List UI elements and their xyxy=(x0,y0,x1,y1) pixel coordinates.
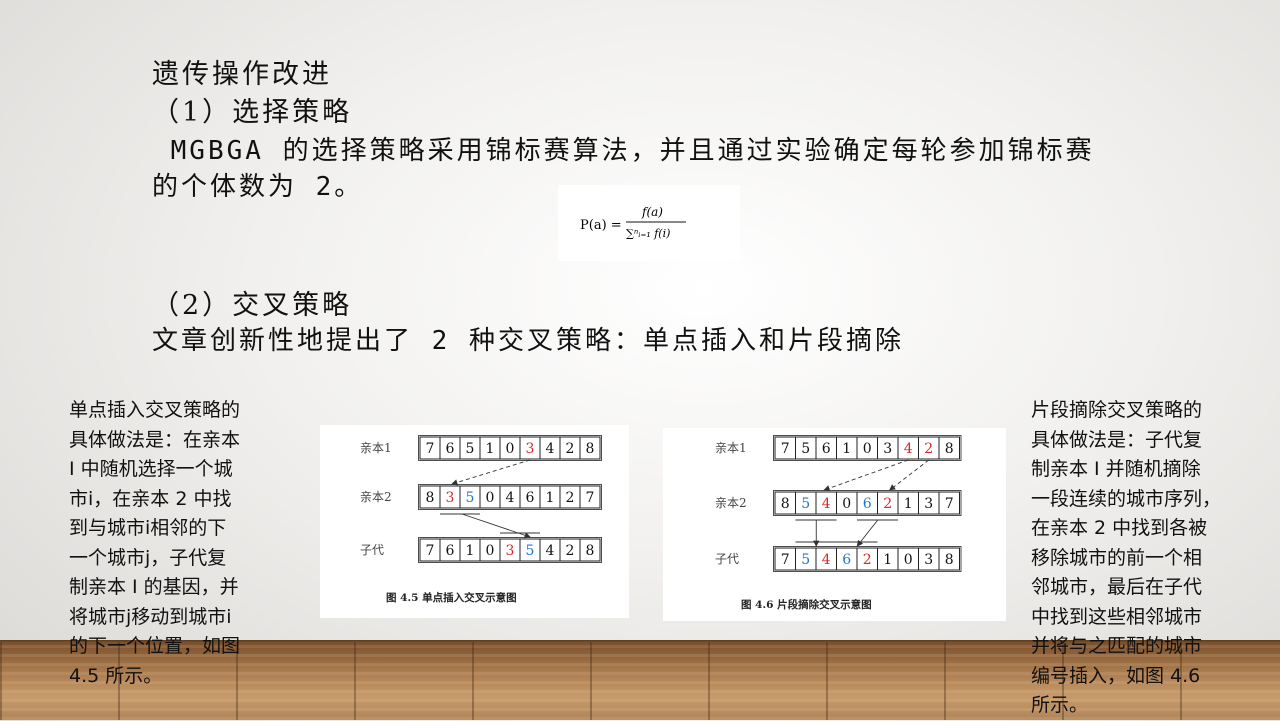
gene-value: 3 xyxy=(924,552,933,568)
gene-value: 3 xyxy=(506,543,515,559)
formula-numerator: f(a) xyxy=(641,205,663,219)
row-label: 子代 xyxy=(360,543,384,557)
row-label: 亲本2 xyxy=(715,496,747,510)
section1-heading: （1）选择策略 xyxy=(152,97,353,128)
gene-value: 1 xyxy=(842,441,851,457)
gene-value: 0 xyxy=(863,441,872,457)
gene-value: 2 xyxy=(566,490,575,506)
row-label: 子代 xyxy=(715,552,739,566)
formula-image: P(a) = f(a) ∑ⁿᵢ₌₁ f(i) xyxy=(558,185,740,261)
gene-value: 4 xyxy=(822,496,831,512)
gene-value: 5 xyxy=(466,441,475,457)
gene-value: 7 xyxy=(781,552,790,568)
section2-heading: （2）交叉策略 xyxy=(152,290,353,321)
gene-value: 4 xyxy=(506,490,515,506)
gene-value: 4 xyxy=(822,552,831,568)
gene-value: 2 xyxy=(566,543,575,559)
gene-value: 1 xyxy=(904,496,913,512)
gene-value: 5 xyxy=(526,543,535,559)
formula-lhs: P(a) = xyxy=(580,218,622,233)
row-label: 亲本1 xyxy=(715,441,747,455)
figure-4-6-diagram: 亲本1 7 5 6 1 0 3 4 2 8亲本2 8 5 4 0 6 2 1 3 7子代 7 5 4 6 2 1 0 3 8图 4.6… xyxy=(715,435,962,611)
gene-value: 5 xyxy=(801,496,810,512)
left-note: 单点插入交叉策略的 具体做法是：在亲本 Ⅰ 中随机选择一个城 市i，在亲本 2 … xyxy=(69,399,241,687)
gene-value: 7 xyxy=(945,496,954,512)
gene-value: 2 xyxy=(924,441,933,457)
gene-value: 7 xyxy=(426,441,435,457)
row-label: 亲本1 xyxy=(360,441,392,455)
gene-value: 1 xyxy=(546,490,555,506)
dashed-arrow xyxy=(451,459,531,486)
gene-value: 6 xyxy=(863,496,872,512)
gene-value: 3 xyxy=(526,441,535,457)
figure-4-5: 亲本1 7 6 5 1 0 3 4 2 8 亲本2 8 3 5 0 4 6 1 2 7 子代 7 6 1 0 3 5 4 2 8 图 4.5… xyxy=(320,425,629,618)
gene-value: 0 xyxy=(506,441,515,457)
gene-value: 8 xyxy=(781,496,790,512)
gene-value: 4 xyxy=(546,543,555,559)
dashed-arrow xyxy=(823,459,909,492)
gene-value: 6 xyxy=(822,441,831,457)
gene-value: 2 xyxy=(883,496,892,512)
gene-value: 6 xyxy=(446,543,455,559)
gene-value: 1 xyxy=(883,552,892,568)
gene-value: 1 xyxy=(486,441,495,457)
gene-value: 8 xyxy=(945,441,954,457)
gene-value: 0 xyxy=(904,552,913,568)
figure-4-5-diagram: 亲本1 7 6 5 1 0 3 4 2 8亲本2 8 3 5 0 4 6 1 2 7子代 7 6 1 0 3 5 4 2 8图 4.5… xyxy=(360,435,602,604)
gene-value: 1 xyxy=(466,543,475,559)
gene-value: 7 xyxy=(781,441,790,457)
gene-value: 6 xyxy=(842,552,851,568)
gene-value: 8 xyxy=(586,441,595,457)
gene-value: 0 xyxy=(486,490,495,506)
gene-value: 0 xyxy=(486,543,495,559)
gene-value: 5 xyxy=(466,490,475,506)
gene-value: 7 xyxy=(586,490,595,506)
move-arrow xyxy=(461,513,531,539)
gene-value: 3 xyxy=(883,441,892,457)
row-label: 亲本2 xyxy=(360,490,392,504)
gene-value: 4 xyxy=(546,441,555,457)
gene-value: 3 xyxy=(446,490,455,506)
slide-title: 遗传操作改进 xyxy=(152,59,332,90)
gene-value: 8 xyxy=(945,552,954,568)
figure-caption: 图 4.6 片段摘除交叉示意图 xyxy=(741,598,872,611)
gene-value: 2 xyxy=(863,552,872,568)
gene-value: 6 xyxy=(446,441,455,457)
gene-value: 2 xyxy=(566,441,575,457)
formula-denominator: ∑ⁿᵢ₌₁ f(i) xyxy=(626,227,670,240)
dashed-arrow xyxy=(889,459,930,491)
gene-value: 0 xyxy=(842,496,851,512)
gene-value: 5 xyxy=(801,552,810,568)
section1-line1: MGBGA 的选择策略采用锦标赛算法，并且通过实验确定每轮参加锦标赛 xyxy=(152,136,1095,166)
right-note: 片段摘除交叉策略的 具体做法是：子代复 制亲本 Ⅰ 并随机摘除 一段连续的城市序… xyxy=(1031,399,1222,716)
gene-value: 5 xyxy=(801,441,810,457)
gene-value: 8 xyxy=(426,490,435,506)
section1-line2: 的个体数为 2。 xyxy=(152,172,364,202)
figure-4-6: 亲本1 7 5 6 1 0 3 4 2 8 亲本2 8 5 4 0 6 2 1 3 7 子代 7 5 4 6 2 1 0 3 8 图 4.6… xyxy=(663,428,1006,621)
gene-value: 8 xyxy=(586,543,595,559)
section2-line: 文章创新性地提出了 2 种交叉策略：单点插入和片段摘除 xyxy=(152,326,904,356)
gene-value: 3 xyxy=(924,496,933,512)
gene-value: 7 xyxy=(426,543,435,559)
gene-value: 6 xyxy=(526,490,535,506)
figure-caption: 图 4.5 单点插入交叉示意图 xyxy=(386,591,517,604)
gene-value: 4 xyxy=(904,441,913,457)
